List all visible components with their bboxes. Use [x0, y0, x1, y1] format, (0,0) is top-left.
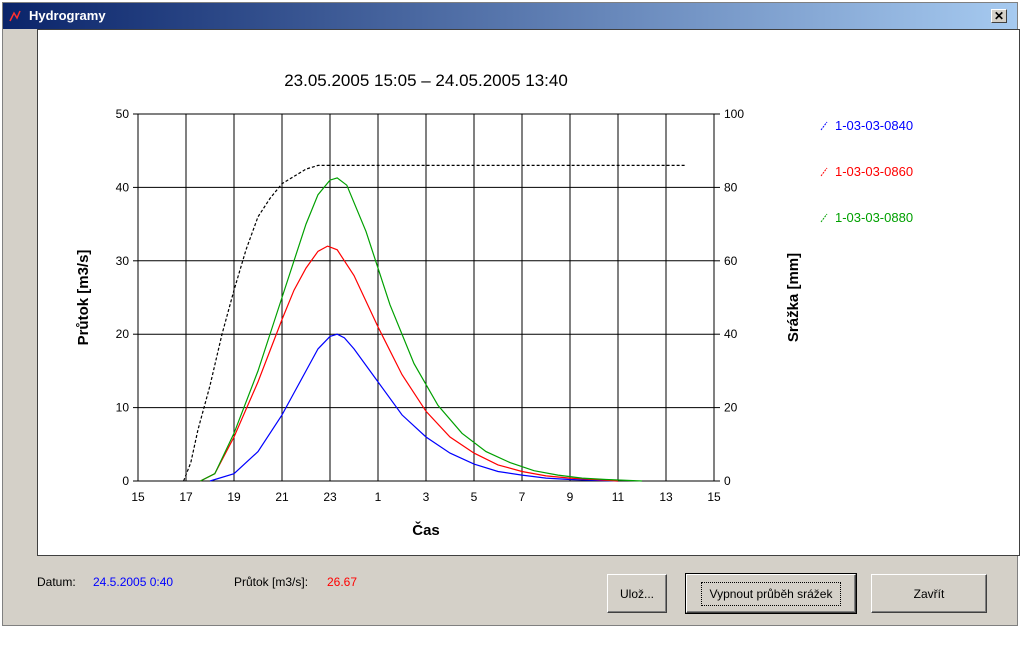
y-axis-label: Průtok [m3/s] [75, 250, 92, 346]
y-tick-label: 0 [122, 474, 129, 488]
y2-tick-label: 20 [724, 401, 738, 415]
x-tick-label: 11 [612, 490, 625, 504]
x-tick-label: 23 [323, 490, 337, 504]
x-tick-label: 3 [423, 490, 430, 504]
chart-panel: 23.05.2005 15:05 – 24.05.2005 13:40 15 17 1… [37, 29, 1020, 556]
hydrogramy-window: Hydrogramy ✕ 23.05.2005 15:05 – 24.05.20… [2, 2, 1020, 626]
x-tick-label: 13 [659, 490, 673, 504]
save-button[interactable]: Ulož... [607, 574, 667, 613]
title-bar[interactable]: Hydrogramy ✕ [3, 3, 1017, 29]
y2-tick-label: 80 [724, 180, 738, 194]
y-tick-label: 40 [116, 180, 130, 194]
legend-marker [820, 167, 828, 177]
series-line-3 [200, 177, 643, 482]
y2-tick-label: 0 [724, 474, 731, 488]
close-button[interactable]: Zavřít [871, 574, 987, 613]
y-tick-label: 50 [116, 107, 130, 121]
x-tick-label: 1 [375, 490, 382, 504]
y2-tick-label: 100 [724, 107, 744, 121]
app-icon [9, 10, 21, 22]
x-tick-label: 9 [567, 490, 574, 504]
y2-axis-label: Srážka [mm] [785, 253, 802, 342]
x-tick-label: 15 [707, 490, 721, 504]
toggle-rain-label: Vypnout průběh srážek [700, 581, 842, 606]
legend-marker [820, 213, 828, 223]
x-tick-label: 19 [227, 490, 241, 504]
series-line-2 [200, 245, 619, 482]
x-tick-label: 21 [275, 490, 289, 504]
chart-title: 23.05.2005 15:05 – 24.05.2005 13:40 [284, 71, 568, 90]
prutok-value: 26.67 [327, 575, 358, 589]
legend-marker [820, 121, 828, 131]
datum-label: Datum: [37, 575, 76, 589]
y-tick-label: 30 [116, 254, 130, 268]
close-window-button[interactable]: ✕ [991, 9, 1007, 23]
y-tick-label: 10 [116, 401, 130, 415]
y2-tick-label: 40 [724, 327, 738, 341]
x-axis-label: Čas [412, 521, 440, 539]
legend-entry: 1-03-03-0840 [835, 118, 913, 133]
close-icon: ✕ [993, 9, 1005, 23]
x-tick-label: 7 [519, 490, 526, 504]
x-tick-label: 15 [131, 490, 145, 504]
x-tick-label: 17 [179, 490, 193, 504]
legend-entry: 1-03-03-0880 [835, 210, 913, 225]
datum-value: 24.5.2005 0:40 [93, 575, 174, 589]
y2-tick-label: 60 [724, 254, 738, 268]
toggle-rain-button[interactable]: Vypnout průběh srážek [685, 573, 857, 614]
rain-series-line [183, 164, 686, 482]
legend-entry: 1-03-03-0860 [835, 164, 913, 179]
x-tick-label: 5 [471, 490, 478, 504]
prutok-label: Průtok [m3/s]: [234, 575, 309, 589]
window-title: Hydrogramy [29, 8, 106, 23]
y-tick-label: 20 [116, 327, 130, 341]
hydrograph-chart: 23.05.2005 15:05 – 24.05.2005 13:4015 17 1… [75, 71, 913, 539]
